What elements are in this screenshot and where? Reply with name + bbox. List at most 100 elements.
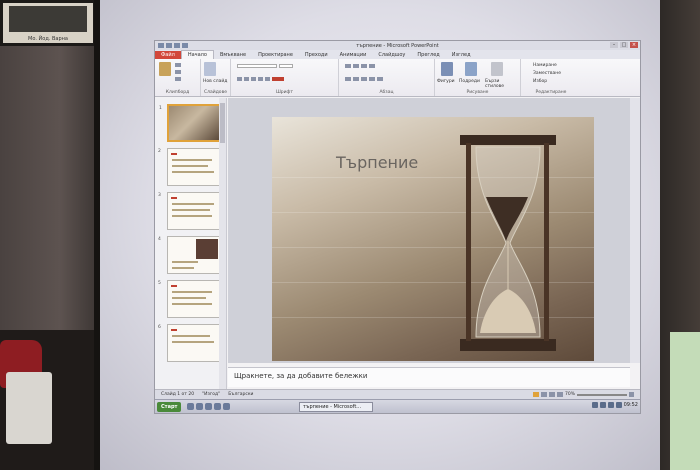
- columns-icon[interactable]: [377, 77, 383, 81]
- copy-icon[interactable]: [175, 70, 181, 74]
- desktop-icon[interactable]: [187, 403, 195, 410]
- system-tray: 09:52: [591, 402, 638, 408]
- tab-file[interactable]: Файл: [155, 51, 181, 59]
- notes-pane[interactable]: Щракнете, за да добавите бележки: [228, 367, 630, 387]
- slide-title[interactable]: Търпение: [336, 153, 418, 172]
- numbering-icon[interactable]: [353, 64, 359, 68]
- thumbnails-scrollbar[interactable]: [219, 98, 226, 389]
- window-controls: – □ ×: [610, 42, 638, 48]
- wall-picture-frame: Мо. Йод. Варна: [0, 0, 96, 46]
- bold-icon[interactable]: [237, 77, 242, 81]
- arrange-icon[interactable]: [465, 62, 477, 76]
- slide-thumbnail[interactable]: 2: [158, 148, 221, 186]
- font-label: Шрифт: [275, 90, 294, 95]
- zoom-slider[interactable]: [577, 393, 627, 396]
- replace-button[interactable]: Заместване: [533, 71, 561, 76]
- paste-icon[interactable]: [159, 62, 171, 76]
- slide-thumbnail[interactable]: 1: [159, 104, 221, 142]
- tab-design[interactable]: Проектиране: [252, 51, 299, 59]
- app-icon[interactable]: [223, 403, 231, 410]
- shapes-icon[interactable]: [441, 62, 453, 76]
- new-slide-icon[interactable]: [204, 62, 216, 76]
- tab-view[interactable]: Изглед: [446, 51, 477, 59]
- tab-insert[interactable]: Вмъкване: [214, 51, 252, 59]
- title-bar: търпение - Microsoft PowerPoint – □ ×: [155, 41, 640, 50]
- wall-picture: [9, 6, 87, 32]
- tab-animations[interactable]: Анимации: [334, 51, 373, 59]
- theme-name: "Изгод": [202, 392, 221, 397]
- group-slides: Нов слайд Слайдове: [201, 59, 231, 96]
- find-button[interactable]: Намиране: [533, 63, 557, 68]
- tab-slideshow[interactable]: Слайдшоу: [372, 51, 411, 59]
- security-icon[interactable]: [607, 402, 614, 408]
- language-indicator[interactable]: Български: [228, 392, 253, 397]
- slides-label: Слайдове: [204, 90, 227, 95]
- status-bar: Слайд 1 от 20 "Изгод" Български 70%: [155, 389, 640, 399]
- quick-styles-icon[interactable]: [491, 62, 503, 76]
- tab-transitions[interactable]: Преходи: [299, 51, 334, 59]
- line-spacing-icon[interactable]: [369, 64, 375, 68]
- slide-thumbnail[interactable]: 5: [158, 280, 221, 318]
- white-bag: [6, 372, 52, 444]
- slide-thumbnail[interactable]: 6: [158, 324, 221, 362]
- network-icon[interactable]: [591, 402, 598, 408]
- screen-edge: [94, 0, 100, 470]
- slide-scrollbar[interactable]: [630, 98, 640, 363]
- font-size-box[interactable]: [279, 64, 293, 68]
- align-right-icon[interactable]: [361, 77, 367, 81]
- sorter-view-icon[interactable]: [540, 392, 547, 397]
- align-left-icon[interactable]: [345, 77, 351, 81]
- shapes-label[interactable]: Фигури: [437, 79, 455, 84]
- language-icon[interactable]: [615, 402, 622, 408]
- tab-review[interactable]: Преглед: [411, 51, 445, 59]
- group-clipboard: Клипборд: [155, 59, 201, 96]
- shadow-icon[interactable]: [265, 77, 270, 81]
- powerpoint-window: търпение - Microsoft PowerPoint – □ × Фа…: [154, 40, 641, 414]
- font-name-box[interactable]: [237, 64, 277, 68]
- scrollbar-thumb[interactable]: [220, 103, 225, 143]
- slide-thumbnail[interactable]: 3: [158, 192, 221, 230]
- italic-icon[interactable]: [244, 77, 249, 81]
- volume-icon[interactable]: [599, 402, 606, 408]
- workspace: 1 2 3 4 5 6 Търпение Щракнете, за да доб…: [155, 98, 640, 389]
- browser-icon[interactable]: [196, 403, 204, 410]
- normal-view-icon[interactable]: [532, 392, 539, 397]
- ribbon: Клипборд Нов слайд Слайдове Шрифт Абзац …: [155, 59, 640, 97]
- ribbon-tabs: Файл Начало Вмъкване Проектиране Преходи…: [155, 50, 640, 59]
- strikethrough-icon[interactable]: [258, 77, 263, 81]
- start-button[interactable]: Старт: [157, 401, 182, 412]
- select-button[interactable]: Избор: [533, 79, 547, 84]
- arrange-label[interactable]: Подреди: [459, 79, 480, 84]
- align-center-icon[interactable]: [353, 77, 359, 81]
- quick-styles-label[interactable]: Бързи стилове: [485, 79, 517, 89]
- tab-home[interactable]: Начало: [180, 50, 214, 59]
- current-slide[interactable]: Търпение: [272, 117, 594, 361]
- clock[interactable]: 09:52: [624, 402, 638, 408]
- fit-window-icon[interactable]: [629, 392, 634, 397]
- right-poster: [670, 332, 700, 470]
- folder-icon[interactable]: [205, 403, 213, 410]
- paragraph-label: Абзац: [379, 90, 394, 95]
- window-title: търпение - Microsoft PowerPoint: [356, 42, 439, 49]
- zoom-level[interactable]: 70%: [565, 392, 575, 397]
- taskbar-powerpoint-button[interactable]: търпение - Microsoft...: [299, 402, 373, 412]
- justify-icon[interactable]: [369, 77, 375, 81]
- minimize-button[interactable]: –: [610, 42, 618, 48]
- clipboard-label: Клипборд: [165, 90, 190, 95]
- bullets-icon[interactable]: [345, 64, 351, 68]
- media-icon[interactable]: [214, 403, 222, 410]
- close-button[interactable]: ×: [630, 42, 638, 48]
- maximize-button[interactable]: □: [620, 42, 628, 48]
- slide-thumbnail[interactable]: 4: [158, 236, 221, 274]
- underline-icon[interactable]: [251, 77, 256, 81]
- quick-launch: [187, 403, 231, 410]
- hourglass-image: [460, 135, 556, 351]
- cut-icon[interactable]: [175, 63, 181, 67]
- reading-view-icon[interactable]: [548, 392, 555, 397]
- group-paragraph: Абзац: [339, 59, 435, 96]
- indent-icon[interactable]: [361, 64, 367, 68]
- slideshow-view-icon[interactable]: [556, 392, 563, 397]
- new-slide-label[interactable]: Нов слайд: [203, 79, 227, 84]
- format-painter-icon[interactable]: [175, 77, 181, 81]
- font-color-icon[interactable]: [272, 77, 284, 81]
